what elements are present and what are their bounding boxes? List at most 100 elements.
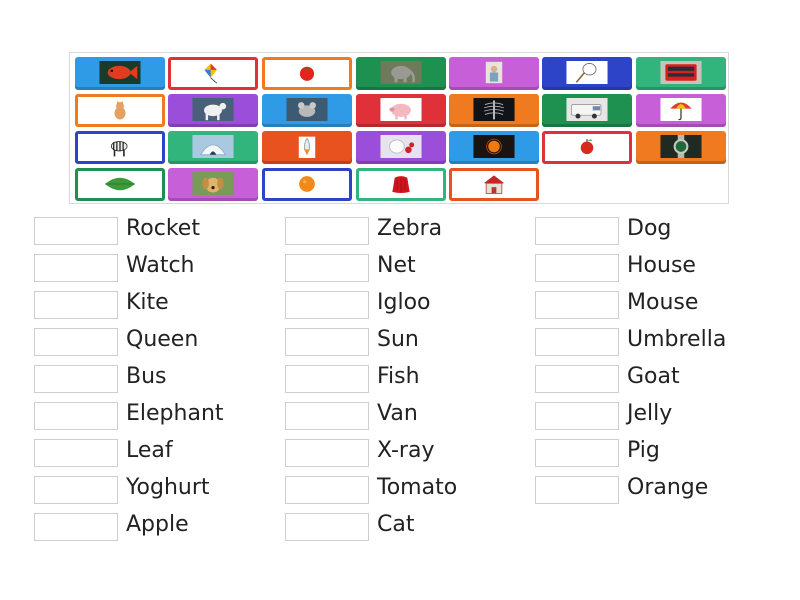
cat-picture xyxy=(95,99,145,121)
answer-drop-box[interactable] xyxy=(285,402,369,430)
answer-drop-box[interactable] xyxy=(34,254,118,282)
draggable-picture-tile[interactable] xyxy=(356,57,446,90)
leaf-picture xyxy=(95,173,145,195)
word-label: Jelly xyxy=(627,401,673,426)
xray-picture xyxy=(469,98,519,121)
answer-drop-box[interactable] xyxy=(285,217,369,245)
word-label: Elephant xyxy=(126,401,224,426)
draggable-picture-tile[interactable] xyxy=(636,94,726,127)
draggable-picture-tile[interactable] xyxy=(636,57,726,90)
answer-drop-box[interactable] xyxy=(285,328,369,356)
draggable-picture-tile[interactable] xyxy=(356,131,446,164)
house-picture xyxy=(469,173,519,195)
draggable-picture-tile[interactable] xyxy=(75,94,165,127)
draggable-picture-tile[interactable] xyxy=(449,57,539,90)
word-label: Pig xyxy=(627,438,660,463)
word-label: Fish xyxy=(377,364,420,389)
igloo-picture xyxy=(188,135,238,158)
sun-picture xyxy=(469,135,519,158)
answer-drop-box[interactable] xyxy=(535,402,619,430)
answer-drop-box[interactable] xyxy=(535,217,619,245)
answer-drop-box[interactable] xyxy=(34,402,118,430)
kite-picture xyxy=(188,62,238,84)
draggable-picture-tile[interactable] xyxy=(542,94,632,127)
answer-drop-box[interactable] xyxy=(535,328,619,356)
jelly-picture xyxy=(376,173,426,195)
answer-drop-box[interactable] xyxy=(34,513,118,541)
watch-picture xyxy=(656,135,706,158)
draggable-picture-tile[interactable] xyxy=(356,168,446,201)
answer-drop-box[interactable] xyxy=(535,365,619,393)
draggable-picture-tile[interactable] xyxy=(262,94,352,127)
draggable-picture-tile[interactable] xyxy=(449,168,539,201)
answer-drop-box[interactable] xyxy=(285,439,369,467)
word-label: House xyxy=(627,253,696,278)
draggable-picture-tile[interactable] xyxy=(542,131,632,164)
answer-drop-box[interactable] xyxy=(535,254,619,282)
draggable-picture-tile[interactable] xyxy=(168,94,258,127)
yoghurt-picture xyxy=(376,135,426,158)
word-label: Orange xyxy=(627,475,709,500)
draggable-picture-tile[interactable] xyxy=(449,131,539,164)
answer-drop-box[interactable] xyxy=(285,254,369,282)
word-label: Dog xyxy=(627,216,672,241)
word-label: Van xyxy=(377,401,418,426)
draggable-picture-tile[interactable] xyxy=(262,168,352,201)
word-label: Tomato xyxy=(377,475,458,500)
word-label: Rocket xyxy=(126,216,200,241)
tomato-picture xyxy=(282,62,332,84)
answer-drop-box[interactable] xyxy=(535,291,619,319)
word-label: Watch xyxy=(126,253,195,278)
answer-drop-box[interactable] xyxy=(34,291,118,319)
word-label: X-ray xyxy=(377,438,435,463)
queen-picture xyxy=(469,61,519,84)
answer-drop-box[interactable] xyxy=(34,439,118,467)
draggable-picture-tile[interactable] xyxy=(168,131,258,164)
answer-drop-box[interactable] xyxy=(285,365,369,393)
draggable-picture-tile[interactable] xyxy=(168,57,258,90)
word-label: Queen xyxy=(126,327,199,352)
net-picture xyxy=(562,61,612,84)
rocket-picture xyxy=(282,135,332,158)
answer-drop-box[interactable] xyxy=(34,476,118,504)
pig-picture xyxy=(376,98,426,121)
answer-drop-box[interactable] xyxy=(34,328,118,356)
draggable-picture-tile[interactable] xyxy=(75,131,165,164)
draggable-picture-tile[interactable] xyxy=(75,57,165,90)
draggable-picture-tile[interactable] xyxy=(356,94,446,127)
zebra-picture xyxy=(95,136,145,158)
draggable-picture-tile[interactable] xyxy=(262,57,352,90)
answer-drop-box[interactable] xyxy=(285,291,369,319)
word-label: Igloo xyxy=(377,290,431,315)
answer-drop-box[interactable] xyxy=(285,513,369,541)
word-label: Apple xyxy=(126,512,189,537)
draggable-picture-tile[interactable] xyxy=(449,94,539,127)
apple-picture xyxy=(562,136,612,158)
draggable-picture-tile[interactable] xyxy=(636,131,726,164)
picture-tile-bank xyxy=(69,52,729,204)
fish-picture xyxy=(95,61,145,84)
draggable-picture-tile[interactable] xyxy=(168,168,258,201)
bus-picture xyxy=(656,61,706,84)
elephant-picture xyxy=(376,61,426,84)
answer-drop-box[interactable] xyxy=(535,476,619,504)
word-label: Kite xyxy=(126,290,169,315)
goat-picture xyxy=(188,98,238,121)
van-picture xyxy=(562,98,612,121)
answer-drop-box[interactable] xyxy=(285,476,369,504)
orange-picture xyxy=(282,173,332,195)
answer-drop-box[interactable] xyxy=(34,217,118,245)
dog-picture xyxy=(188,172,238,195)
word-label: Bus xyxy=(126,364,167,389)
draggable-picture-tile[interactable] xyxy=(542,57,632,90)
draggable-picture-tile[interactable] xyxy=(75,168,165,201)
draggable-picture-tile[interactable] xyxy=(262,131,352,164)
word-label: Zebra xyxy=(377,216,443,241)
word-label: Mouse xyxy=(627,290,699,315)
answer-drop-box[interactable] xyxy=(535,439,619,467)
word-label: Goat xyxy=(627,364,680,389)
word-label: Sun xyxy=(377,327,419,352)
word-label: Leaf xyxy=(126,438,173,463)
word-label: Umbrella xyxy=(627,327,727,352)
answer-drop-box[interactable] xyxy=(34,365,118,393)
